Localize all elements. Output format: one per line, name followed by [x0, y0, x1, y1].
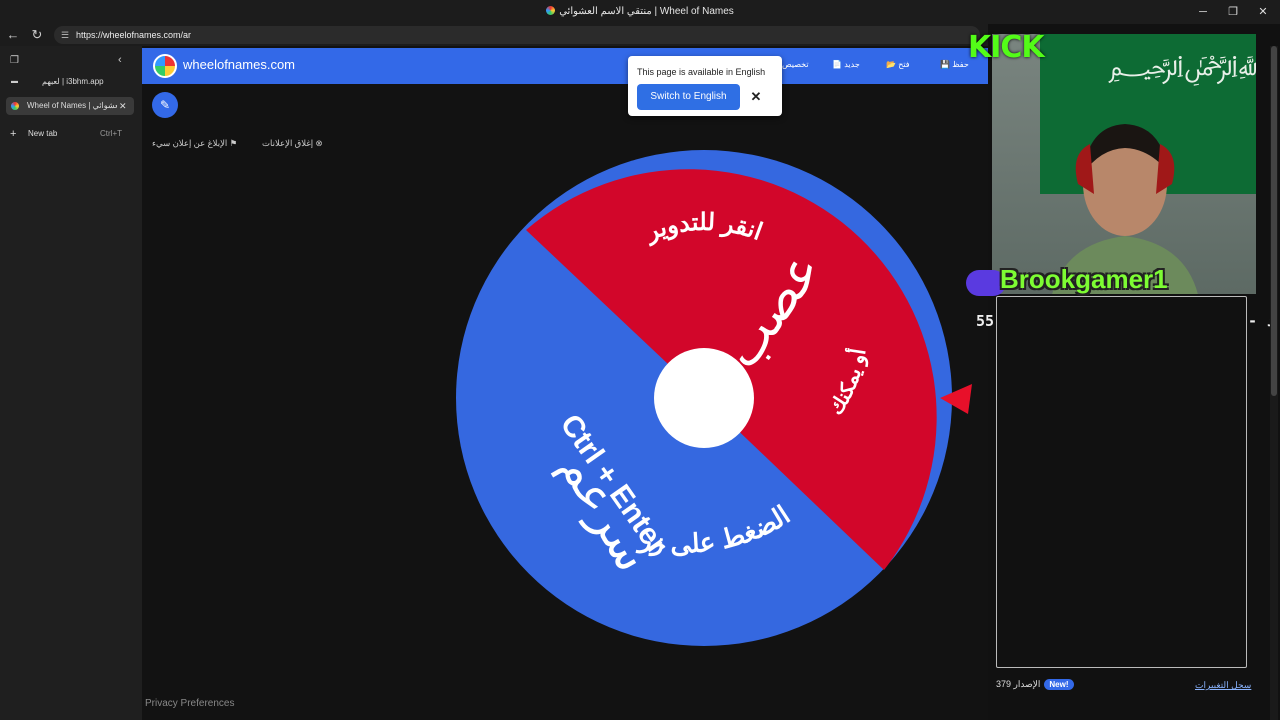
spin-wheel[interactable]: انقر للتدوير عصب أو يمكنك الضغط على زر C… — [456, 150, 952, 646]
collapse-sidebar-icon[interactable]: ‹ — [118, 54, 122, 66]
menu-customize[interactable]: تخصيص — [782, 60, 809, 69]
restore-button[interactable]: ❐ — [1218, 3, 1248, 21]
flag-icon: ⚑ — [229, 138, 238, 148]
translate-popup: This page is available in English Switch… — [628, 56, 782, 116]
close-circle-icon: ⊗ — [315, 138, 323, 148]
plus-icon: + — [10, 128, 17, 140]
site-info-icon[interactable]: ☰ — [61, 26, 69, 44]
wheel-center-hub[interactable] — [654, 348, 754, 448]
close-tab-icon[interactable]: ✕ — [119, 97, 127, 115]
tab-actions-icon[interactable]: ❐ — [10, 55, 19, 66]
new-tab-button[interactable]: + New tab Ctrl+T — [6, 125, 134, 143]
wheel-favicon-icon — [546, 6, 556, 15]
wheel-favicon-icon — [11, 102, 19, 110]
reload-icon[interactable]: ↻ — [28, 26, 46, 44]
entry-number: 55 — [976, 312, 995, 330]
window-title: منتقي الاسم العشوائي | Wheel of Names — [0, 6, 1280, 17]
wheel-logo-icon[interactable] — [153, 54, 177, 78]
streamer-name: Brookgamer1 — [1000, 264, 1168, 294]
close-popup-icon[interactable]: ✕ — [747, 88, 765, 106]
entries-textbox[interactable] — [996, 296, 1247, 668]
site-header: wheelofnames.com 💾 حفظ 📂 فتح 📄 جديد تخصي… — [142, 48, 988, 84]
vertical-tabs-sidebar: ❐ ‹ ▬ لعبهم | i3bhm.app Wheel of Names |… — [0, 46, 142, 720]
new-badge: New! — [1044, 679, 1074, 690]
window-titlebar: منتقي الاسم العشوائي | Wheel of Names ─ … — [0, 0, 1280, 24]
menu-save[interactable]: 💾 حفظ — [940, 60, 969, 69]
flag-calligraphy-icon: ﷽ — [1108, 49, 1256, 82]
privacy-preferences-link[interactable]: Privacy Preferences — [145, 698, 234, 709]
back-icon[interactable]: ← — [4, 26, 22, 44]
switch-to-english-button[interactable]: Switch to English — [637, 84, 740, 110]
edit-pencil-button[interactable]: ✎ — [152, 92, 178, 118]
i3bhm-favicon-icon: ▬ — [11, 78, 18, 85]
webcam-feed: ﷽ — [992, 34, 1256, 294]
site-name[interactable]: wheelofnames.com — [183, 57, 295, 72]
report-ad-link[interactable]: الإبلاغ عن إعلان سيء ⚑ — [152, 138, 237, 149]
url-input[interactable]: ☰ https://wheelofnames.com/ar — [54, 26, 980, 44]
scrollbar-thumb[interactable] — [1271, 46, 1277, 396]
wheel-pointer-icon — [940, 384, 972, 414]
kick-logo: KICK — [968, 30, 1045, 65]
close-window-button[interactable]: ✕ — [1248, 3, 1278, 21]
changelog-link[interactable]: سجل التغييرات — [1195, 680, 1251, 691]
menu-new[interactable]: 📄 جديد — [832, 60, 860, 69]
version-info: الإصدار 379 New! — [996, 679, 1074, 690]
page-scrollbar[interactable] — [1270, 46, 1278, 720]
menu-open[interactable]: 📂 فتح — [886, 60, 910, 69]
tab-i3bhm[interactable]: ▬ لعبهم | i3bhm.app — [6, 73, 134, 91]
close-ads-link[interactable]: إغلاق الإعلانات ⊗ — [262, 138, 323, 149]
translate-message: This page is available in English — [637, 67, 766, 77]
stream-overlay: ﷽ KICK Brookgamer1 55 huse 1$ - د الإصدا… — [966, 24, 1280, 720]
tab-wheel-of-names[interactable]: Wheel of Names | منتقي الاسم العشوائي ✕ — [6, 97, 134, 115]
minimize-button[interactable]: ─ — [1188, 3, 1218, 21]
